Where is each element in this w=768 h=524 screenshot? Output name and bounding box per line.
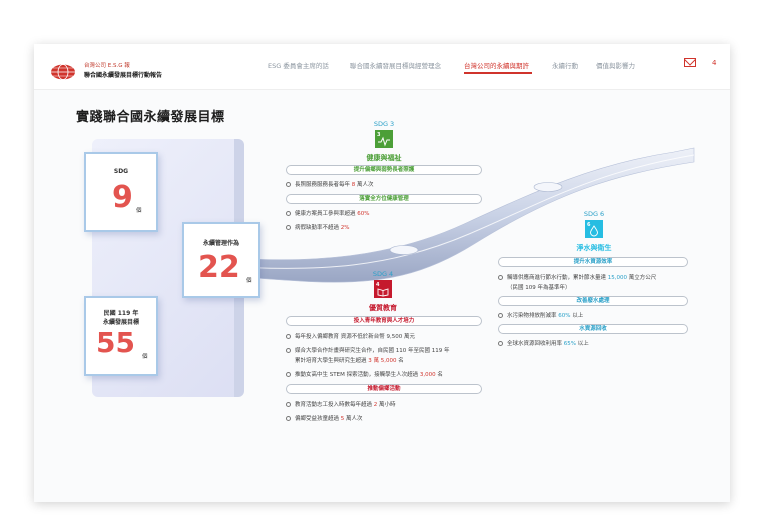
target-year-label: 民國 119 年 [103,310,139,317]
management-count-unit: 個 [246,278,252,284]
road-marker-left [389,245,419,255]
sdg3-heartbeat-icon: 3 [375,130,393,148]
bullet-circle-icon [286,348,291,353]
sdg4-item3: 推動女高中生 STEM 探索活動，接觸學生人次超過 3,000 名 [286,370,443,378]
sdg3-group1-heading: 提升偏鄉與弱勢長者照護 [286,165,482,175]
management-count-value: 22 [198,250,240,285]
sdg4-group1-heading: 投入青年教育與人才培力 [286,316,482,326]
sdg4-item2: 媒合大學合作計畫與研究生合作，自民國 110 年至民國 119 年 [286,346,450,354]
target-count-card: 民國 119 年 永續發展目標 55 個 [84,296,158,376]
sdg6-group1-heading: 提升水資源效率 [498,257,688,267]
target-count-value: 55 [96,326,135,359]
management-count-card: 永續管理作為 22 個 [182,222,260,298]
sdg4-title: 優質教育 [369,304,397,312]
bullet-circle-icon [286,225,291,230]
sdg4-item2-cont: 累計培育大學生與研究生超過 3 萬 5,000 名 [295,358,404,364]
sdg3-item3: 病假缺勤率不超過 2% [286,223,349,231]
bullet-circle-icon [498,275,503,280]
sdg4-group2-heading: 推動偏鄉活動 [286,384,482,394]
sdg6-tag: SDG 6 [583,210,605,218]
sdg-count-card: SDG 9 個 [84,152,158,232]
sdg6-group3-heading: 水資源回收 [498,324,688,334]
sdg6-title: 淨水與衛生 [576,244,612,252]
target-goal-label: 永續發展目標 [102,319,139,326]
sdg3-item1: 長照服務服務長者每年 8 萬人次 [286,180,374,188]
sdg6-item1-cont: （民國 109 年為基準年） [507,285,571,291]
sdg3-group2-heading: 落實全方位健康管理 [286,194,482,204]
bullet-circle-icon [498,341,503,346]
bullet-circle-icon [286,372,291,377]
bullet-circle-icon [286,416,291,421]
sdg6-item3: 全球水資源回收利用率 65% 以上 [498,339,589,347]
sdg-count-value: 9 [112,180,133,215]
svg-text:6: 6 [587,222,591,228]
bullet-circle-icon [286,211,291,216]
sdg6-item2: 水污染物排放削減率 60% 以上 [498,311,583,319]
target-count-unit: 個 [142,354,148,360]
management-count-label: 永續管理作為 [202,240,239,247]
sdg4-tag: SDG 4 [372,270,394,278]
sdg3-title: 健康與福祉 [366,154,402,162]
sdg4-item4: 教育活動志工投入時數每年超過 2 萬小時 [286,400,396,408]
sdg4-item1: 每年投入偏鄉教育 資源不低於新台幣 9,500 萬元 [286,332,415,340]
svg-text:4: 4 [376,282,380,288]
bullet-circle-icon [286,182,291,187]
bullet-circle-icon [498,313,503,318]
sdg6-item1: 觸導供應商進行節水行動，累計節水量達 15,000 萬立方公尺 [498,273,656,281]
sdg4-book-icon: 4 [374,280,392,298]
sdg-count-unit: 個 [136,208,142,214]
report-page: 台灣公司 E.S.G 報 聯合國永續發展目標行動報告 ESG 委員會主席的話 聯… [34,44,730,502]
svg-text:3: 3 [377,132,381,138]
sdg3-tag: SDG 3 [373,120,395,128]
bullet-circle-icon [286,334,291,339]
road-marker-right [533,182,563,192]
sdg-count-label: SDG [113,168,129,175]
sdg6-group2-heading: 改善廢水處理 [498,296,688,306]
bullet-circle-icon [286,402,291,407]
sdg3-item2: 健康方案員工參與率超過 60% [286,209,369,217]
sdg4-item5: 偏鄉受益孩童超過 5 萬人次 [286,414,363,422]
sdg6-water-drop-icon: 6 [585,220,603,238]
